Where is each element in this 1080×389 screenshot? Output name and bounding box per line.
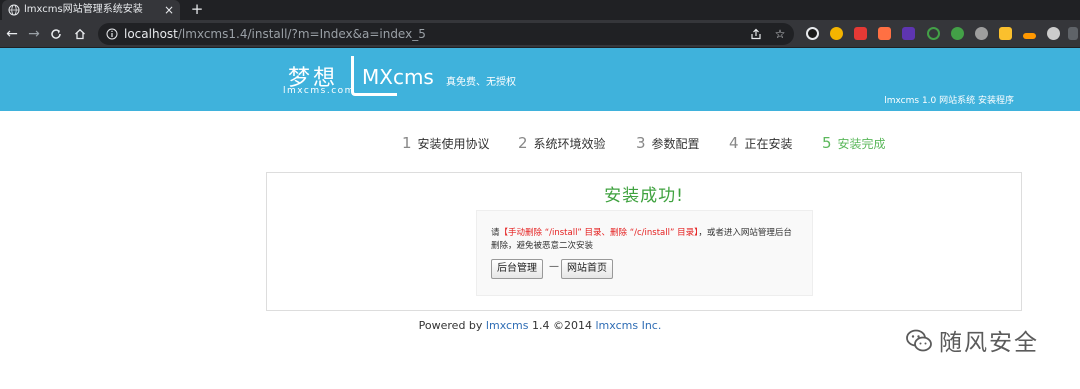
extension-icon-11[interactable] xyxy=(1047,27,1060,40)
new-tab-button[interactable]: + xyxy=(188,0,206,20)
extension-icon-4[interactable] xyxy=(878,27,891,40)
step-number: 5 xyxy=(822,134,832,152)
step-label: 安装使用协议 xyxy=(417,137,490,151)
extension-icon-5[interactable] xyxy=(902,27,915,40)
share-glyph-icon xyxy=(751,28,761,40)
site-home-button[interactable]: 网站首页 xyxy=(561,259,613,279)
extension-icon-10[interactable] xyxy=(1023,33,1036,39)
wechat-icon xyxy=(906,329,932,352)
forward-button[interactable]: → xyxy=(24,24,44,44)
footer-company-link[interactable]: lmxcms Inc. xyxy=(596,319,662,332)
home-icon xyxy=(75,28,85,40)
step-number: 1 xyxy=(402,134,412,152)
globe-icon xyxy=(8,4,20,16)
bookmark-star-icon[interactable]: ☆ xyxy=(772,26,788,42)
installer-title: lmxcms 1.0 网站系统 安装程序 xyxy=(884,96,1014,106)
extension-icon-9[interactable] xyxy=(999,27,1012,40)
share-icon[interactable] xyxy=(748,26,764,42)
result-message: 请【手动删除 “/install” 目录、删除 “/c/install” 目录】… xyxy=(491,227,796,253)
logo-domain: lmxcms.com xyxy=(283,86,355,96)
result-message-box: 请【手动删除 “/install” 目录、删除 “/c/install” 目录】… xyxy=(476,210,813,296)
page: 梦想 lmxcms.com MXcms 真免费、无授权 lmxcms 1.0 网… xyxy=(0,48,1080,389)
footer-brand-link[interactable]: lmxcms xyxy=(486,319,529,332)
site-header: 梦想 lmxcms.com MXcms 真免费、无授权 lmxcms 1.0 网… xyxy=(0,48,1080,111)
message-prefix: 请 xyxy=(491,228,500,238)
logo-mxcms: MXcms xyxy=(362,65,434,89)
step-number: 2 xyxy=(518,134,528,152)
step-label: 参数配置 xyxy=(651,137,700,151)
url-path: /lmxcms1.4/install/?m=Index&a=index_5 xyxy=(177,27,426,41)
success-title: 安装成功! xyxy=(604,186,684,206)
browser-toolbar: ← → localhost/lmxcms1.4/install/?m=Index… xyxy=(0,20,1080,48)
back-button[interactable]: ← xyxy=(2,24,22,44)
step-label: 系统环境效验 xyxy=(533,137,606,151)
step-number: 4 xyxy=(729,134,739,152)
step-label: 安装完成 xyxy=(837,137,886,151)
info-icon[interactable] xyxy=(106,28,118,40)
extension-icon-1[interactable] xyxy=(806,27,819,40)
close-icon[interactable]: × xyxy=(164,0,174,20)
browser-tab-bar: lmxcms网站管理系统安装 × + xyxy=(0,0,1080,20)
tab-title: lmxcms网站管理系统安装 xyxy=(24,4,143,15)
url-text[interactable]: localhost/lmxcms1.4/install/?m=Index&a=i… xyxy=(124,23,426,45)
step-label: 正在安装 xyxy=(744,137,793,151)
footer-version: 1.4 ©2014 xyxy=(528,319,596,332)
step-2: 2 系统环境效验 xyxy=(518,134,606,152)
button-separator: — xyxy=(549,261,559,272)
reload-icon xyxy=(51,29,61,39)
extension-icon-8[interactable] xyxy=(975,27,988,40)
step-1: 1 安装使用协议 xyxy=(402,134,490,152)
reload-button[interactable] xyxy=(46,24,66,44)
step-number: 3 xyxy=(636,134,646,152)
watermark-text: 随风安全 xyxy=(939,330,1039,356)
browser-tab[interactable]: lmxcms网站管理系统安装 × xyxy=(2,0,180,20)
extension-icon-3[interactable] xyxy=(854,27,867,40)
result-panel: 安装成功! 请【手动删除 “/install” 目录、删除 “/c/instal… xyxy=(266,172,1022,311)
extension-icon-6[interactable] xyxy=(927,27,940,40)
step-5: 5 安装完成 xyxy=(822,134,886,152)
footer-prefix: Powered by xyxy=(418,319,486,332)
extension-icon-12[interactable] xyxy=(1068,27,1078,40)
admin-button[interactable]: 后台管理 xyxy=(491,259,543,279)
home-button[interactable] xyxy=(70,24,90,44)
logo-slogan: 真免费、无授权 xyxy=(446,77,516,88)
extension-icon-2[interactable] xyxy=(830,27,843,40)
extension-icon-7[interactable] xyxy=(951,27,964,40)
url-host: localhost xyxy=(124,27,178,41)
step-3: 3 参数配置 xyxy=(636,134,700,152)
address-bar[interactable]: localhost/lmxcms1.4/install/?m=Index&a=i… xyxy=(98,23,794,45)
step-4: 4 正在安装 xyxy=(729,134,793,152)
message-warning: 【手动删除 “/install” 目录、删除 “/c/install” 目录】 xyxy=(499,228,699,238)
